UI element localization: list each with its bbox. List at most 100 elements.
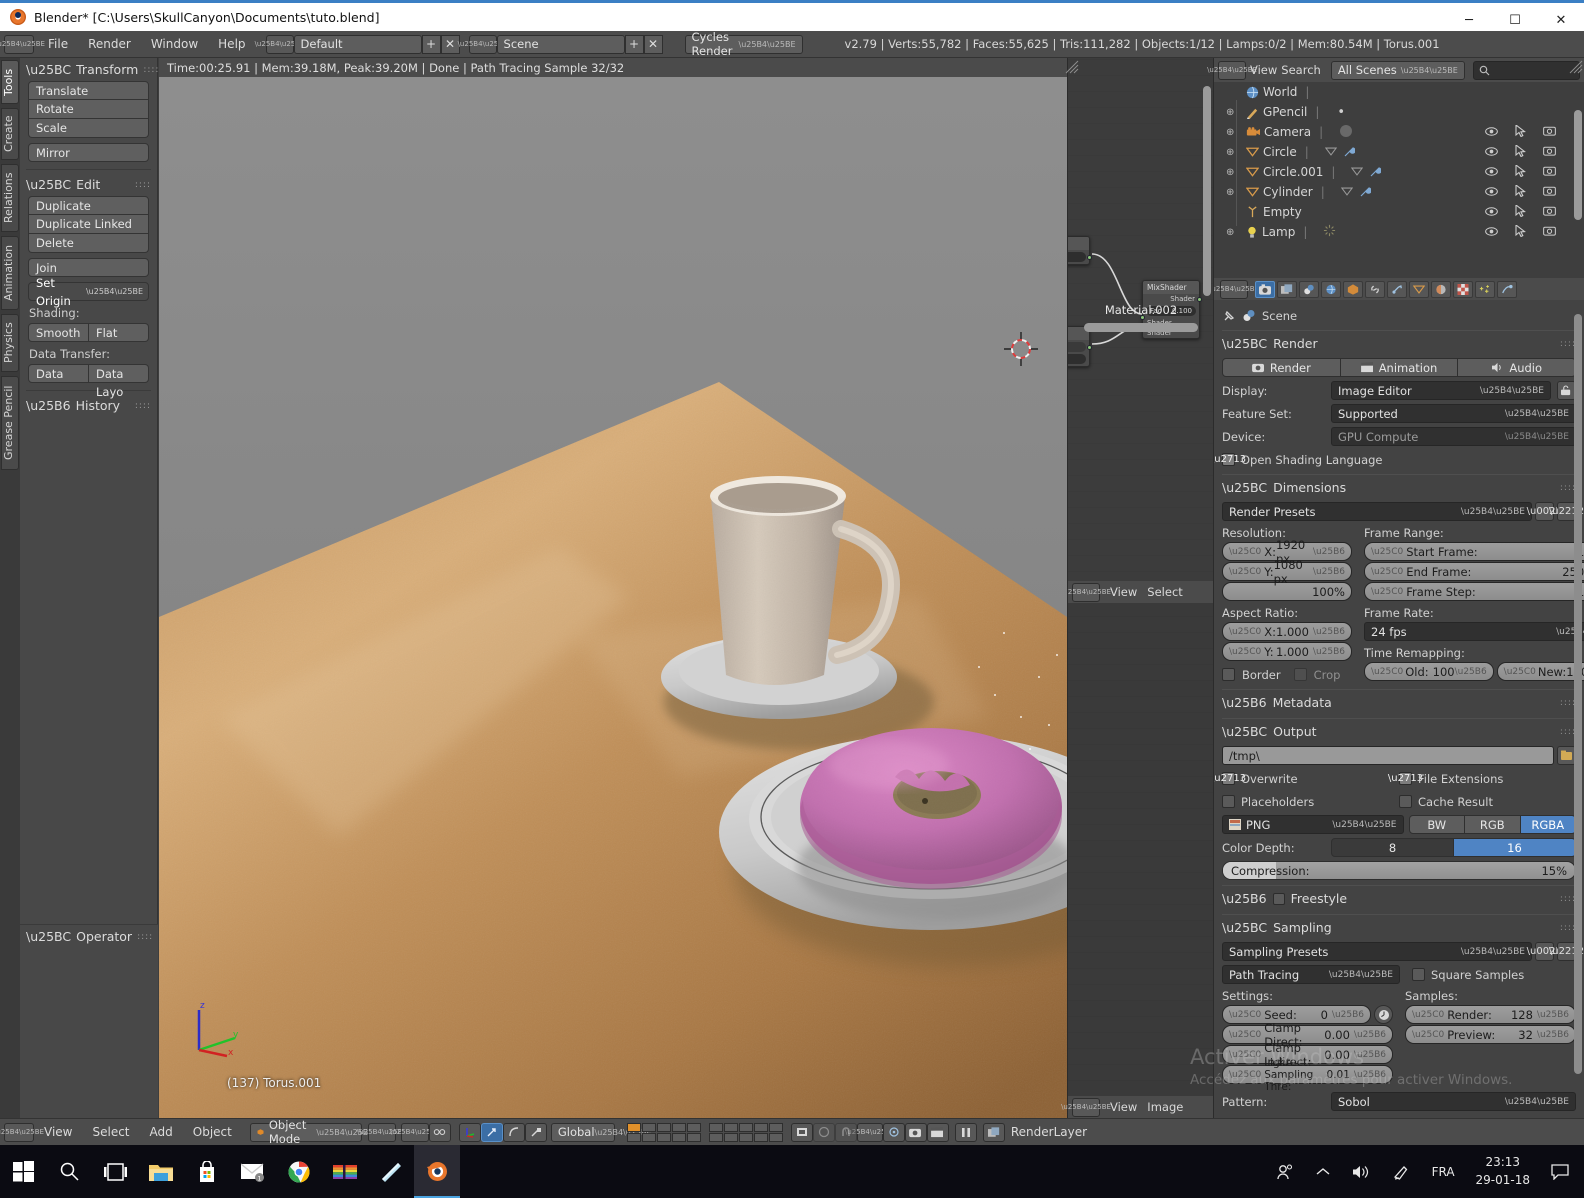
outliner-row-toggles[interactable]	[1485, 163, 1556, 180]
tab-data[interactable]	[1409, 280, 1429, 298]
outliner-row-empty[interactable]: Empty	[1214, 202, 1584, 222]
node-scrollbar-vertical[interactable]	[1203, 86, 1211, 296]
sampling-presets-select[interactable]: Sampling Presets \u25B4\u25BE	[1222, 942, 1532, 961]
outliner-row-toggles[interactable]	[1485, 203, 1556, 220]
disable-in-render-icon[interactable]	[1543, 185, 1556, 199]
tab-physics[interactable]	[1497, 280, 1517, 298]
tab-particles[interactable]	[1475, 280, 1495, 298]
file-extensions-row[interactable]: \u2713 File Extensions	[1388, 769, 1576, 788]
expand-toggle-icon[interactable]: ⊕	[1226, 147, 1238, 158]
bsdf-node-bottom-value[interactable]: 0.200	[1068, 354, 1086, 364]
disable-selection-icon[interactable]	[1515, 223, 1526, 240]
node-output-socket[interactable]	[1087, 345, 1092, 350]
history-panel-header[interactable]: \u25B6 History ::::	[20, 394, 157, 417]
search-icon[interactable]	[46, 1145, 92, 1198]
notepad-icon[interactable]	[368, 1145, 414, 1198]
set-origin-dropdown[interactable]: Set Origin \u25B4\u25BE	[28, 276, 149, 308]
node-output-socket[interactable]	[1197, 297, 1202, 302]
tool-tab-create[interactable]: Create	[1, 108, 19, 160]
outliner-row-circle-001[interactable]: ⊕ Circle.001 |	[1214, 162, 1584, 182]
viewport-3d[interactable]: Time:00:25.91 | Mem:39.18M, Peak:39.20M …	[159, 58, 1067, 1118]
placeholders-checkbox[interactable]	[1222, 795, 1235, 808]
snap-element-icon[interactable]: \u25B4\u25BE	[845, 1122, 895, 1142]
minimize-button[interactable]: ─	[1446, 6, 1492, 34]
tool-tab-physics[interactable]: Physics	[1, 314, 19, 372]
outliner-row-camera[interactable]: ⊕ Camera |	[1214, 122, 1584, 142]
disable-selection-icon[interactable]	[1515, 183, 1526, 200]
microsoft-store-icon[interactable]	[184, 1145, 230, 1198]
dimensions-section-header[interactable]: \u25BC Dimensions ::::	[1222, 474, 1576, 498]
display-select[interactable]: Image Editor \u25B4\u25BE	[1331, 381, 1551, 400]
close-button[interactable]: ✕	[1538, 6, 1584, 34]
new-scene-button[interactable]: +	[624, 34, 644, 54]
translate-button[interactable]: Translate	[28, 81, 149, 100]
transform-panel-header[interactable]: \u25BC Transform ::::	[20, 58, 158, 81]
tab-world[interactable]	[1321, 280, 1341, 298]
people-icon[interactable]	[1265, 1145, 1305, 1198]
snap-magnet-icon[interactable]	[834, 1122, 857, 1142]
rotate-manipulator-icon[interactable]	[502, 1122, 525, 1142]
image-menu-view[interactable]: View	[1110, 1100, 1137, 1114]
file-format-select[interactable]: PNG \u25B4\u25BE	[1222, 815, 1404, 834]
disable-in-render-icon[interactable]	[1543, 225, 1556, 239]
snap-target-icon[interactable]	[882, 1122, 905, 1142]
menu-window[interactable]: Window	[141, 35, 208, 54]
tool-tab-animation[interactable]: Animation	[1, 236, 19, 310]
audio-button[interactable]: Audio	[1458, 358, 1577, 377]
render-layer-label[interactable]: RenderLayer	[1005, 1123, 1097, 1142]
scale-button[interactable]: Scale	[28, 119, 149, 138]
outliner-row-world[interactable]: World |	[1214, 82, 1584, 102]
viewport-menu-add[interactable]: Add	[140, 1123, 183, 1142]
duplicate-button[interactable]: Duplicate	[28, 196, 149, 215]
scene-select[interactable]: Scene	[496, 34, 625, 54]
animate-seed-icon[interactable]	[1374, 1005, 1393, 1024]
mirror-button[interactable]: Mirror	[28, 143, 149, 162]
pen-icon[interactable]	[1381, 1145, 1421, 1198]
properties-editor-type-icon[interactable]: \u25B4\u25BE	[1214, 279, 1259, 299]
color-depth-8[interactable]: 8	[1331, 838, 1454, 857]
start-frame-field[interactable]: \u25C0Start Frame: 1\u25B6	[1364, 542, 1584, 561]
hide-in-viewport-icon[interactable]	[1485, 145, 1498, 159]
delete-scene-button[interactable]: ✕	[643, 34, 663, 54]
viewport-menu-object[interactable]: Object	[183, 1123, 242, 1142]
outliner-tree[interactable]: World | ⊕ GPencil | • ⊕ Camera | ⊕ Circle | ⊕ Circle.…	[1214, 82, 1584, 278]
osl-checkbox[interactable]: \u2713	[1214, 453, 1246, 466]
image-editor[interactable]: \u25B4\u25BE View Image	[1061, 603, 1214, 1118]
area-corner-grip[interactable]	[1065, 59, 1079, 74]
pivot-point-icon[interactable]: \u25B4\u25BE	[390, 1122, 440, 1142]
interaction-mode-select[interactable]: Object Mode \u25B4\u25BE	[249, 1118, 373, 1146]
image-editor-corner-handle[interactable]	[1074, 609, 1082, 617]
frame-rate-select[interactable]: 24 fps \u25B4\u25BE	[1364, 622, 1584, 641]
preview-samples-field[interactable]: \u25C0 Preview: 32 \u25B6	[1405, 1025, 1576, 1044]
rotate-button[interactable]: Rotate	[28, 100, 149, 119]
disable-selection-icon[interactable]	[1515, 143, 1526, 160]
blender-icon[interactable]	[414, 1145, 460, 1198]
metadata-section-header[interactable]: \u25B6 Metadata ::::	[1222, 689, 1576, 713]
sampling-section-header[interactable]: \u25BC Sampling ::::	[1222, 914, 1576, 938]
notification-icon[interactable]	[1540, 1145, 1580, 1198]
hide-in-viewport-icon[interactable]	[1485, 185, 1498, 199]
edit-panel-header[interactable]: \u25BC Edit ::::	[20, 173, 157, 196]
taskbar-clock[interactable]: 23:13 29-01-18	[1466, 1154, 1540, 1189]
overwrite-row[interactable]: \u2713 Overwrite	[1214, 769, 1399, 788]
language-indicator[interactable]: FRA	[1421, 1145, 1466, 1198]
outliner-row-toggles[interactable]	[1485, 123, 1556, 140]
tab-texture[interactable]	[1453, 280, 1473, 298]
render-section-header[interactable]: \u25BC Render ::::	[1222, 330, 1576, 354]
tab-constraints[interactable]	[1365, 280, 1385, 298]
disable-in-render-icon[interactable]	[1543, 145, 1556, 159]
duplicate-linked-button[interactable]: Duplicate Linked	[28, 215, 149, 234]
delete-button[interactable]: Delete	[28, 234, 149, 253]
flat-button[interactable]: Flat	[89, 323, 149, 342]
outliner-row-gpencil[interactable]: ⊕ GPencil | •	[1214, 102, 1584, 122]
frame-step-field[interactable]: \u25C0Frame Step: 1\u25B6	[1364, 582, 1584, 601]
placeholders-row[interactable]: Placeholders	[1222, 792, 1399, 811]
outliner-row-lamp[interactable]: ⊕ Lamp |	[1214, 222, 1584, 242]
scene-layers-widget[interactable]	[626, 1122, 783, 1142]
data-layout-button[interactable]: Data Layo	[89, 364, 149, 399]
menu-file[interactable]: File	[38, 35, 78, 54]
viewport-menu-view[interactable]: View	[34, 1123, 82, 1142]
outliner-row-toggles[interactable]	[1485, 223, 1556, 240]
show-hidden-icons-icon[interactable]	[1305, 1145, 1341, 1198]
rendered-image[interactable]: z y x (137) Torus.001	[159, 77, 1067, 1118]
